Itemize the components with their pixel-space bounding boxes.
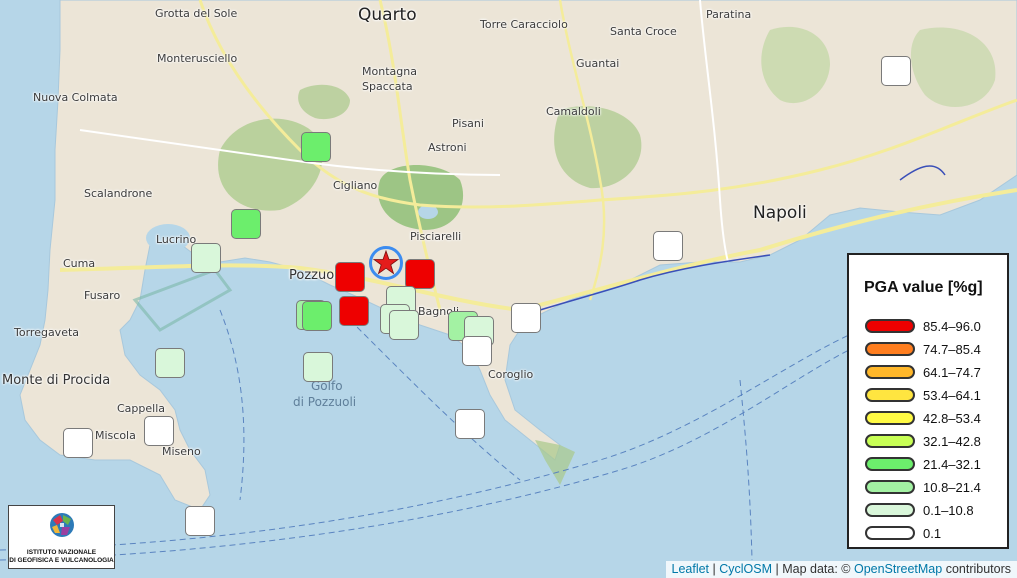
legend-label: 21.4–32.1 <box>923 457 981 472</box>
station-marker[interactable] <box>455 409 485 439</box>
legend-label: 32.1–42.8 <box>923 434 981 449</box>
legend-label: 0.1–10.8 <box>923 503 974 518</box>
legend-row: 32.1–42.8 <box>865 434 1005 450</box>
legend-swatch <box>865 503 915 517</box>
legend-label: 74.7–85.4 <box>923 342 981 357</box>
legend-label: 85.4–96.0 <box>923 319 981 334</box>
attribution-sep-2: | Map data: © <box>772 562 854 576</box>
station-marker[interactable] <box>389 310 419 340</box>
place-coroglio: Coroglio <box>488 368 534 381</box>
place-lucrino: Lucrino <box>156 233 197 246</box>
place-monte-di-procida: Monte di Procida <box>2 373 111 388</box>
legend-swatch <box>865 411 915 425</box>
legend-swatch <box>865 365 915 379</box>
ingv-logo: ISTITUTO NAZIONALE DI GEOFISICA E VULCAN… <box>8 505 115 569</box>
attribution-tail: contributors <box>942 562 1011 576</box>
legend-row: 0.1 <box>865 526 1005 542</box>
station-marker[interactable] <box>335 262 365 292</box>
station-marker[interactable] <box>301 132 331 162</box>
place-cappella: Cappella <box>117 402 166 415</box>
station-marker[interactable] <box>462 336 492 366</box>
place-torregaveta: Torregaveta <box>14 326 80 339</box>
legend-swatch <box>865 388 915 402</box>
cyclosm-link[interactable]: CyclOSM <box>719 562 772 576</box>
place-camaldoli: Camaldoli <box>546 105 601 118</box>
legend-row: 53.4–64.1 <box>865 388 1005 404</box>
place-quarto: Quarto <box>358 5 417 25</box>
legend-row: 64.1–74.7 <box>865 365 1005 381</box>
legend-swatch <box>865 526 915 540</box>
legend-label: 0.1 <box>923 526 942 541</box>
place-miseno: Miseno <box>162 445 201 458</box>
place-paratina: Paratina <box>706 8 752 21</box>
place-santa-croce: Santa Croce <box>610 25 677 38</box>
place-napoli: Napoli <box>753 203 807 223</box>
station-marker[interactable] <box>155 348 185 378</box>
station-marker[interactable] <box>405 259 435 289</box>
place-cuma: Cuma <box>63 257 96 270</box>
legend-label: 64.1–74.7 <box>923 365 981 380</box>
place-fusaro: Fusaro <box>84 289 121 302</box>
place-miscola: Miscola <box>95 429 136 442</box>
legend-row: 42.8–53.4 <box>865 411 1005 427</box>
epicenter-star-icon[interactable] <box>368 245 404 281</box>
place-pisciarelli: Pisciarelli <box>410 230 462 243</box>
station-marker[interactable] <box>511 303 541 333</box>
station-marker[interactable] <box>302 301 332 331</box>
station-marker[interactable] <box>231 209 261 239</box>
map-attribution: Leaflet | CyclOSM | Map data: © OpenStre… <box>665 561 1017 578</box>
place-guantai: Guantai <box>576 57 620 70</box>
station-marker[interactable] <box>303 352 333 382</box>
station-marker[interactable] <box>185 506 215 536</box>
legend-swatch <box>865 342 915 356</box>
place-monterusciello: Monterusciello <box>157 52 238 65</box>
legend-row: 0.1–10.8 <box>865 503 1005 519</box>
legend-swatch <box>865 457 915 471</box>
place-torre-caracciolo: Torre Caracciolo <box>480 18 568 31</box>
logo-line-1: ISTITUTO NAZIONALE <box>26 549 97 556</box>
place-cigliano: Cigliano <box>333 179 378 192</box>
legend-label: 10.8–21.4 <box>923 480 981 495</box>
place-grotta-del-sole: Grotta del Sole <box>155 7 238 20</box>
legend-row: 10.8–21.4 <box>865 480 1005 496</box>
station-marker[interactable] <box>881 56 911 86</box>
legend-title: PGA value [%g] <box>864 279 983 296</box>
legend-swatch <box>865 319 915 333</box>
leaflet-link[interactable]: Leaflet <box>672 562 710 576</box>
station-marker[interactable] <box>144 416 174 446</box>
place-pozzuoli: Pozzuoli <box>289 268 342 283</box>
legend-swatch <box>865 480 915 494</box>
place-montagna: Montagna <box>362 65 417 78</box>
station-marker[interactable] <box>339 296 369 326</box>
legend-row: 74.7–85.4 <box>865 342 1005 358</box>
place-pisani: Pisani <box>452 117 484 130</box>
place-spaccata: Spaccata <box>362 80 413 93</box>
station-marker[interactable] <box>653 231 683 261</box>
globe-icon <box>50 513 74 537</box>
legend-row: 21.4–32.1 <box>865 457 1005 473</box>
place-astroni: Astroni <box>428 141 467 154</box>
legend-label: 42.8–53.4 <box>923 411 981 426</box>
attribution-sep-1: | <box>709 562 720 576</box>
logo-line-2: DI GEOFISICA E VULCANOLOGIA <box>9 557 114 564</box>
place-nuova-colmata: Nuova Colmata <box>33 91 118 104</box>
sea-label-di-pozzuoli: di Pozzuoli <box>293 395 357 409</box>
station-marker[interactable] <box>191 243 221 273</box>
place-scalandrone: Scalandrone <box>84 187 153 200</box>
pga-legend: PGA value [%g] 85.4–96.0 74.7–85.4 64.1–74… <box>847 253 1009 549</box>
station-marker[interactable] <box>63 428 93 458</box>
legend-label: 53.4–64.1 <box>923 388 981 403</box>
legend-row: 85.4–96.0 <box>865 319 1005 335</box>
legend-swatch <box>865 434 915 448</box>
openstreetmap-link[interactable]: OpenStreetMap <box>854 562 942 576</box>
